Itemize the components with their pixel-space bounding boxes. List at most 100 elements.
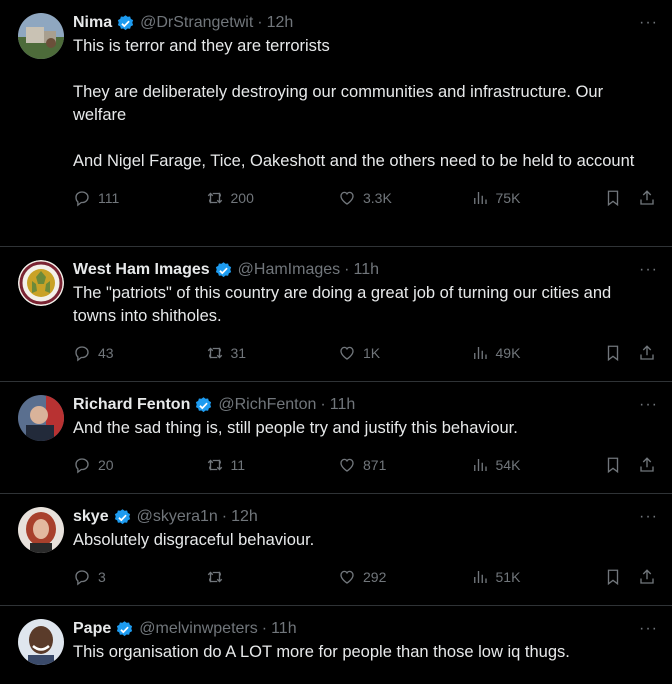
timestamp[interactable]: 12h bbox=[267, 14, 294, 32]
user-handle[interactable]: @skyera1n bbox=[137, 508, 218, 526]
user-handle[interactable]: @melvinwpeters bbox=[139, 620, 258, 638]
share-icon bbox=[640, 190, 654, 205]
reply-count: 111 bbox=[98, 190, 120, 206]
like-button[interactable]: 1K bbox=[338, 344, 471, 362]
action-bar: 111 200 3.3K 75K bbox=[73, 185, 656, 211]
display-name[interactable]: skye bbox=[73, 508, 109, 526]
tweet[interactable]: Nima @DrStrangetwit · 12h ··· This is te… bbox=[0, 0, 672, 247]
user-handle[interactable]: @DrStrangetwit bbox=[140, 14, 253, 32]
like-icon bbox=[340, 570, 354, 584]
share-button[interactable] bbox=[638, 568, 656, 586]
views-count: 49K bbox=[495, 345, 521, 361]
avatar[interactable] bbox=[18, 619, 64, 665]
bookmark-icon bbox=[607, 569, 619, 586]
like-button[interactable]: 292 bbox=[338, 568, 471, 586]
reply-icon bbox=[75, 191, 89, 207]
avatar[interactable] bbox=[18, 507, 64, 553]
views-count: 54K bbox=[495, 457, 521, 473]
bookmark-button[interactable] bbox=[604, 344, 622, 362]
timestamp[interactable]: 11h bbox=[271, 620, 297, 638]
like-count: 3.3K bbox=[363, 190, 392, 206]
reply-button[interactable]: 111 bbox=[73, 189, 206, 207]
views-icon bbox=[473, 459, 487, 471]
like-count: 292 bbox=[363, 569, 387, 585]
more-icon[interactable]: ··· bbox=[639, 261, 658, 279]
reply-button[interactable]: 43 bbox=[73, 344, 206, 362]
dot-separator: · bbox=[221, 508, 228, 525]
repost-count: 31 bbox=[230, 345, 247, 361]
like-count: 871 bbox=[363, 457, 387, 473]
repost-button[interactable]: 200 bbox=[206, 189, 339, 207]
like-count: 1K bbox=[363, 345, 381, 361]
more-icon[interactable]: ··· bbox=[639, 620, 658, 638]
views-icon bbox=[473, 192, 487, 204]
dot-separator: · bbox=[261, 620, 268, 637]
share-icon bbox=[640, 345, 654, 360]
tweet-text: The "patriots" of this country are doing… bbox=[73, 284, 616, 325]
verified-badge-icon bbox=[115, 620, 134, 639]
views-button[interactable]: 54K bbox=[471, 456, 605, 474]
reply-feed: Nima @DrStrangetwit · 12h ··· This is te… bbox=[0, 0, 672, 684]
bookmark-icon bbox=[607, 345, 619, 362]
user-handle[interactable]: @RichFenton bbox=[218, 396, 316, 414]
verified-badge-icon bbox=[116, 14, 135, 33]
views-count: 75K bbox=[495, 190, 521, 206]
reply-button[interactable]: 20 bbox=[73, 456, 206, 474]
share-button[interactable] bbox=[638, 344, 656, 362]
views-icon bbox=[473, 571, 487, 583]
tweet-text: And the sad thing is, still people try a… bbox=[73, 419, 518, 437]
views-button[interactable]: 49K bbox=[471, 344, 605, 362]
reply-button[interactable]: 3 bbox=[73, 568, 206, 586]
repost-button[interactable] bbox=[206, 568, 339, 586]
display-name[interactable]: Pape bbox=[73, 620, 111, 638]
repost-button[interactable]: 11 bbox=[206, 456, 339, 474]
tweet-text: Absolutely disgraceful behaviour. bbox=[73, 531, 315, 549]
avatar[interactable] bbox=[18, 13, 64, 59]
like-icon bbox=[340, 458, 354, 472]
action-bar: 20 11 871 54K bbox=[73, 452, 656, 478]
action-bar: 3 292 51K bbox=[73, 564, 656, 590]
repost-icon bbox=[207, 459, 222, 471]
tweet[interactable]: Richard Fenton @RichFenton · 11h ··· And… bbox=[0, 382, 672, 494]
repost-button[interactable]: 31 bbox=[206, 344, 339, 362]
share-button[interactable] bbox=[638, 456, 656, 474]
like-icon bbox=[340, 346, 354, 360]
repost-icon bbox=[207, 347, 222, 359]
more-icon[interactable]: ··· bbox=[639, 396, 658, 414]
dot-separator: · bbox=[257, 14, 263, 31]
views-button[interactable]: 75K bbox=[471, 189, 605, 207]
repost-count: 11 bbox=[230, 457, 246, 473]
display-name[interactable]: Richard Fenton bbox=[73, 396, 190, 414]
share-button[interactable] bbox=[638, 189, 656, 207]
tweet[interactable]: West Ham Images @HamImages · 11h ··· The… bbox=[0, 247, 672, 382]
like-button[interactable]: 871 bbox=[338, 456, 471, 474]
display-name[interactable]: West Ham Images bbox=[73, 261, 210, 279]
bookmark-button[interactable] bbox=[604, 456, 622, 474]
display-name[interactable]: Nima bbox=[73, 14, 112, 32]
timestamp[interactable]: 11h bbox=[353, 261, 379, 279]
views-count: 51K bbox=[495, 569, 521, 585]
reply-icon bbox=[75, 346, 89, 362]
tweet[interactable]: skye @skyera1n · 12h ··· Absolutely disg… bbox=[0, 494, 672, 606]
views-icon bbox=[473, 347, 487, 359]
verified-badge-icon bbox=[214, 261, 233, 280]
user-handle[interactable]: @HamImages bbox=[238, 261, 341, 279]
views-button[interactable]: 51K bbox=[471, 568, 605, 586]
timestamp[interactable]: 11h bbox=[330, 396, 356, 414]
dot-separator: · bbox=[344, 261, 350, 278]
avatar[interactable] bbox=[18, 260, 64, 306]
tweet[interactable]: Pape @melvinwpeters · 11h ··· This organ… bbox=[0, 606, 672, 684]
repost-icon bbox=[207, 192, 222, 204]
bookmark-button[interactable] bbox=[604, 568, 622, 586]
verified-badge-icon bbox=[113, 508, 132, 527]
repost-icon bbox=[207, 571, 222, 583]
reply-icon bbox=[75, 570, 89, 586]
avatar[interactable] bbox=[18, 395, 64, 441]
more-icon[interactable]: ··· bbox=[639, 508, 658, 526]
timestamp[interactable]: 12h bbox=[231, 508, 258, 526]
bookmark-button[interactable] bbox=[604, 189, 622, 207]
tweet-text: This organisation do A LOT more for peop… bbox=[73, 643, 570, 661]
more-icon[interactable]: ··· bbox=[639, 14, 658, 32]
reply-count: 43 bbox=[98, 345, 114, 361]
like-button[interactable]: 3.3K bbox=[338, 189, 471, 207]
